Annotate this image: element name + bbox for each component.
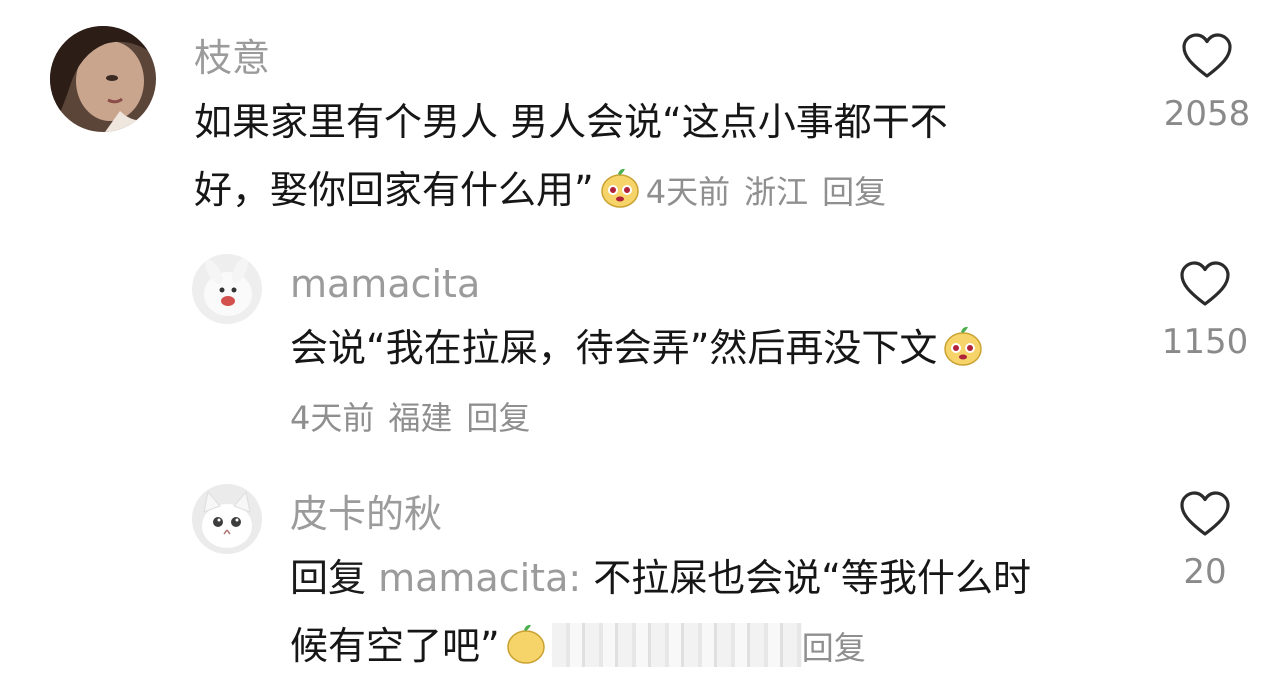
comment-username[interactable]: mamacita	[290, 262, 480, 306]
heart-icon	[1182, 33, 1232, 78]
comment-text: 如果家里有个男人 男人会说“这点小事都干不 好，娶你回家有什么用” 4天前 浙江回…	[194, 88, 948, 226]
comment-username[interactable]: 枝意	[194, 36, 270, 80]
avatar[interactable]	[192, 254, 262, 324]
heart-icon	[1180, 491, 1230, 536]
comment-text-line: 回复 mamacita: 不拉屎也会说“等我什么时	[290, 544, 1031, 612]
reply-target-username[interactable]: mamacita:	[378, 556, 581, 600]
comment-text: 回复 mamacita: 不拉屎也会说“等我什么时 候有空了吧” 回复	[290, 544, 1031, 682]
pear-face-emoji	[598, 162, 642, 208]
comment-location: 福建	[388, 399, 453, 437]
pear-face-emoji	[941, 320, 985, 366]
like-count: 20	[1183, 552, 1227, 592]
comment-text-content: 不拉屎也会说“等我什么时	[593, 556, 1031, 600]
comment-reply: 皮卡的秋 回复 mamacita: 不拉屎也会说“等我什么时 候有空了吧” 回复…	[0, 460, 1284, 684]
reply-button[interactable]: 回复	[802, 629, 866, 667]
comment-time: 4天前	[645, 173, 731, 211]
comment-text-line: 好，娶你回家有什么用”	[194, 168, 594, 212]
avatar[interactable]	[192, 484, 262, 554]
heart-icon	[1180, 261, 1230, 306]
reply-prefix: 回复	[290, 556, 367, 600]
comment-text: 会说“我在拉屎，待会弄”然后再没下文 4天前 福建 回复	[290, 314, 989, 452]
like-count: 1150	[1161, 322, 1249, 362]
like-count: 2058	[1163, 94, 1251, 134]
reply-button[interactable]: 回复	[466, 399, 530, 437]
comment-username[interactable]: 皮卡的秋	[290, 492, 442, 536]
avatar[interactable]	[50, 26, 156, 132]
reply-button[interactable]: 回复	[822, 173, 886, 211]
comment-location: 浙江	[744, 173, 809, 211]
comment: 枝意 如果家里有个男人 男人会说“这点小事都干不 好，娶你回家有什么用” 4天前…	[0, 0, 1284, 230]
pear-face-emoji	[504, 618, 548, 664]
like-button[interactable]: 2058	[1162, 32, 1252, 134]
comment-reply: mamacita 会说“我在拉屎，待会弄”然后再没下文 4天前 福建 回复 11…	[0, 230, 1284, 460]
comment-text-line: 如果家里有个男人 男人会说“这点小事都干不	[194, 100, 948, 144]
comment-text-line-with-meta: 候有空了吧” 回复	[290, 612, 1031, 682]
comment-text-content: 会说“我在拉屎，待会弄”然后再没下文	[290, 326, 938, 370]
like-button[interactable]: 1150	[1160, 260, 1250, 362]
comment-text-line-with-meta: 好，娶你回家有什么用” 4天前 浙江 回复	[194, 156, 948, 226]
comment-text-content: 候有空了吧”	[290, 624, 500, 668]
like-button[interactable]: 20	[1160, 490, 1250, 592]
comment-time: 4天前	[290, 399, 375, 437]
watermark	[551, 623, 802, 667]
comment-text-line: 会说“我在拉屎，待会弄”然后再没下文	[290, 314, 989, 382]
comment-meta: 4天前 福建 回复	[290, 382, 989, 452]
